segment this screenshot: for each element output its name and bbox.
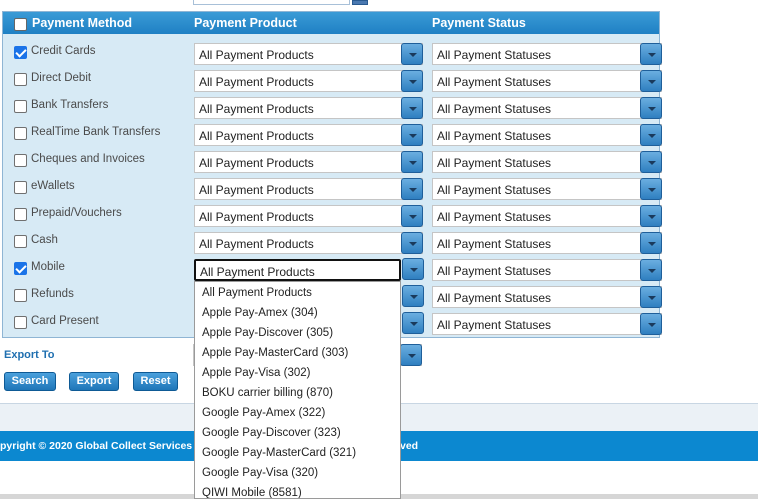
chevron-down-icon[interactable] bbox=[640, 205, 662, 227]
product-select-focused[interactable]: All Payment Products bbox=[194, 259, 401, 281]
date-input-partial[interactable] bbox=[193, 0, 350, 5]
label-refunds: Refunds bbox=[31, 288, 74, 300]
checkbox-prepaid-vouchers[interactable] bbox=[14, 208, 27, 221]
checkbox-bank-transfers[interactable] bbox=[14, 100, 27, 113]
row-realtime-bank-transfers: RealTime Bank Transfers All Payment Prod… bbox=[3, 124, 662, 151]
product-select[interactable]: All Payment Products bbox=[194, 43, 423, 65]
dropdown-option[interactable]: Apple Pay-Amex (304) bbox=[202, 307, 318, 319]
mobile-product-chevron-down-icon[interactable] bbox=[402, 258, 424, 280]
checkbox-realtime-bank-transfers[interactable] bbox=[14, 127, 27, 140]
chevron-down-icon[interactable] bbox=[401, 151, 423, 173]
chevron-down-icon[interactable] bbox=[401, 70, 423, 92]
select-all-checkbox[interactable] bbox=[14, 18, 27, 31]
checkbox-direct-debit[interactable] bbox=[14, 73, 27, 86]
dropdown-option[interactable]: Google Pay-Visa (320) bbox=[202, 467, 318, 479]
label-cash: Cash bbox=[31, 234, 58, 246]
search-button[interactable]: Search bbox=[4, 372, 56, 391]
dropdown-option[interactable]: BOKU carrier billing (870) bbox=[202, 387, 333, 399]
label-card-present: Card Present bbox=[31, 315, 99, 327]
row-prepaid-vouchers: Prepaid/Vouchers All Payment Products Al… bbox=[3, 205, 662, 232]
chevron-down-icon[interactable] bbox=[401, 232, 423, 254]
refunds-product-chevron-down-icon[interactable] bbox=[402, 285, 424, 307]
label-direct-debit: Direct Debit bbox=[31, 72, 92, 84]
label-cheques-and-invoices: Cheques and Invoices bbox=[31, 153, 145, 165]
row-cash: Cash All Payment Products All Payment St… bbox=[3, 232, 662, 259]
chevron-down-icon[interactable] bbox=[640, 259, 662, 281]
checkbox-cash[interactable] bbox=[14, 235, 27, 248]
status-select[interactable]: All Payment Statuses bbox=[432, 286, 662, 308]
status-select[interactable]: All Payment Statuses bbox=[432, 259, 662, 281]
product-select[interactable]: All Payment Products bbox=[194, 232, 423, 254]
dropdown-option[interactable]: All Payment Products bbox=[202, 287, 312, 299]
chevron-down-icon[interactable] bbox=[640, 313, 662, 335]
status-select[interactable]: All Payment Statuses bbox=[432, 151, 662, 173]
status-select[interactable]: All Payment Statuses bbox=[432, 205, 662, 227]
chevron-down-icon[interactable] bbox=[640, 286, 662, 308]
checkbox-card-present[interactable] bbox=[14, 316, 27, 329]
row-credit-cards: Credit Cards All Payment Products All Pa… bbox=[3, 43, 662, 70]
label-mobile: Mobile bbox=[31, 261, 65, 273]
row-cheques-and-invoices: Cheques and Invoices All Payment Product… bbox=[3, 151, 662, 178]
header-payment-method: Payment Method bbox=[32, 16, 133, 30]
row-bank-transfers: Bank Transfers All Payment Products All … bbox=[3, 97, 662, 124]
product-select[interactable]: All Payment Products bbox=[194, 178, 423, 200]
status-select[interactable]: All Payment Statuses bbox=[432, 124, 662, 146]
header-payment-status: Payment Status bbox=[432, 16, 526, 30]
status-select[interactable]: All Payment Statuses bbox=[432, 97, 662, 119]
chevron-down-icon[interactable] bbox=[401, 43, 423, 65]
checkbox-cheques-and-invoices[interactable] bbox=[14, 154, 27, 167]
dropdown-option[interactable]: Apple Pay-Discover (305) bbox=[202, 327, 333, 339]
chevron-down-icon[interactable] bbox=[401, 205, 423, 227]
chevron-down-icon[interactable] bbox=[640, 70, 662, 92]
checkbox-ewallets[interactable] bbox=[14, 181, 27, 194]
chevron-down-icon[interactable] bbox=[640, 124, 662, 146]
label-credit-cards: Credit Cards bbox=[31, 45, 96, 57]
label-ewallets: eWallets bbox=[31, 180, 75, 192]
product-select[interactable]: All Payment Products bbox=[194, 151, 423, 173]
status-select[interactable]: All Payment Statuses bbox=[432, 70, 662, 92]
label-bank-transfers: Bank Transfers bbox=[31, 99, 109, 111]
dropdown-option[interactable]: Apple Pay-Visa (302) bbox=[202, 367, 310, 379]
status-select[interactable]: All Payment Statuses bbox=[432, 313, 662, 335]
checkbox-mobile[interactable] bbox=[14, 262, 27, 275]
row-ewallets: eWallets All Payment Products All Paymen… bbox=[3, 178, 662, 205]
checkbox-credit-cards[interactable] bbox=[14, 46, 27, 59]
chevron-down-icon[interactable] bbox=[401, 124, 423, 146]
chevron-down-icon[interactable] bbox=[401, 178, 423, 200]
product-select[interactable]: All Payment Products bbox=[194, 205, 423, 227]
chevron-down-icon[interactable] bbox=[640, 97, 662, 119]
dropdown-option[interactable]: Apple Pay-MasterCard (303) bbox=[202, 347, 348, 359]
reset-button[interactable]: Reset bbox=[133, 372, 178, 391]
export-button[interactable]: Export bbox=[69, 372, 119, 391]
copyright-text: pyright © 2020 Global Collect Services bbox=[0, 440, 193, 452]
product-select[interactable]: All Payment Products bbox=[194, 70, 423, 92]
chevron-down-icon[interactable] bbox=[640, 232, 662, 254]
panel-header: Payment Method Payment Product Payment S… bbox=[3, 12, 659, 34]
chevron-down-icon[interactable] bbox=[640, 178, 662, 200]
label-prepaid-vouchers: Prepaid/Vouchers bbox=[31, 207, 122, 219]
chevron-down-icon[interactable] bbox=[400, 344, 422, 366]
dropdown-option[interactable]: QIWI Mobile (8581) bbox=[202, 487, 302, 498]
calendar-icon[interactable] bbox=[352, 0, 368, 5]
dropdown-option[interactable]: Google Pay-Discover (323) bbox=[202, 427, 341, 439]
status-select[interactable]: All Payment Statuses bbox=[432, 178, 662, 200]
dropdown-option[interactable]: Google Pay-MasterCard (321) bbox=[202, 447, 356, 459]
chevron-down-icon[interactable] bbox=[401, 97, 423, 119]
checkbox-refunds[interactable] bbox=[14, 289, 27, 302]
export-to-label: Export To bbox=[4, 349, 55, 361]
header-payment-product: Payment Product bbox=[194, 16, 297, 30]
chevron-down-icon[interactable] bbox=[640, 43, 662, 65]
copyright-text-end: ved bbox=[400, 440, 419, 452]
status-select[interactable]: All Payment Statuses bbox=[432, 232, 662, 254]
card-present-product-chevron-down-icon[interactable] bbox=[402, 312, 424, 334]
status-select[interactable]: All Payment Statuses bbox=[432, 43, 662, 65]
product-select[interactable]: All Payment Products bbox=[194, 124, 423, 146]
row-direct-debit: Direct Debit All Payment Products All Pa… bbox=[3, 70, 662, 97]
chevron-down-icon[interactable] bbox=[640, 151, 662, 173]
label-realtime-bank-transfers: RealTime Bank Transfers bbox=[31, 126, 161, 138]
product-select[interactable]: All Payment Products bbox=[194, 97, 423, 119]
dropdown-option[interactable]: Google Pay-Amex (322) bbox=[202, 407, 325, 419]
payment-product-dropdown-list[interactable]: All Payment Products Apple Pay-Amex (304… bbox=[194, 281, 401, 499]
